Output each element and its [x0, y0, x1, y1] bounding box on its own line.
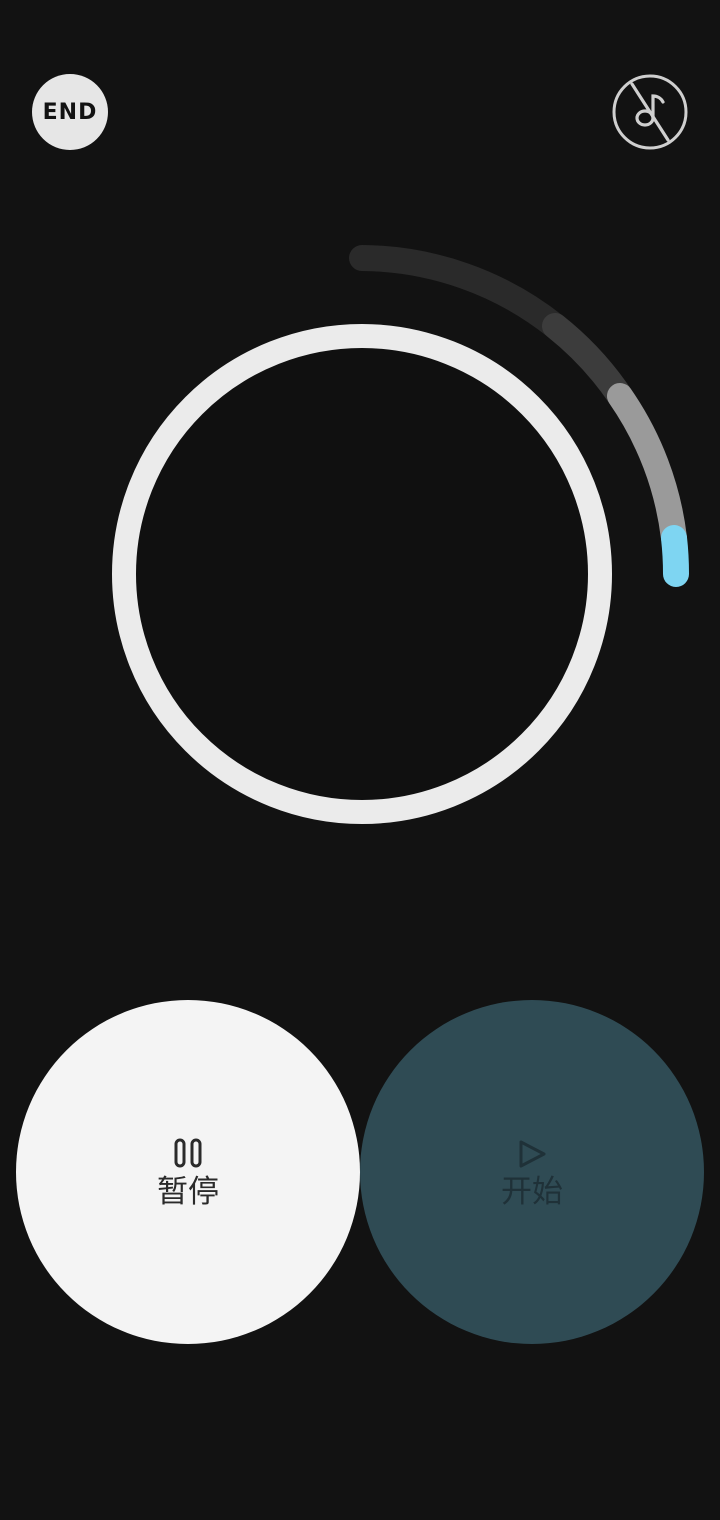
progress-arc-head — [661, 525, 690, 587]
play-icon — [519, 1140, 546, 1167]
progress-arc-tail — [607, 383, 687, 551]
pause-button[interactable]: 暂停 — [16, 1000, 360, 1344]
progress-arc-track — [349, 245, 568, 339]
progress-arc-mid — [542, 313, 633, 409]
pause-label: 暂停 — [157, 1173, 219, 1210]
timer-ring — [112, 324, 612, 824]
start-label: 开始 — [501, 1173, 563, 1210]
pause-icon — [174, 1138, 202, 1167]
timer-dial — [112, 245, 690, 824]
start-button[interactable]: 开始 — [360, 1000, 704, 1344]
